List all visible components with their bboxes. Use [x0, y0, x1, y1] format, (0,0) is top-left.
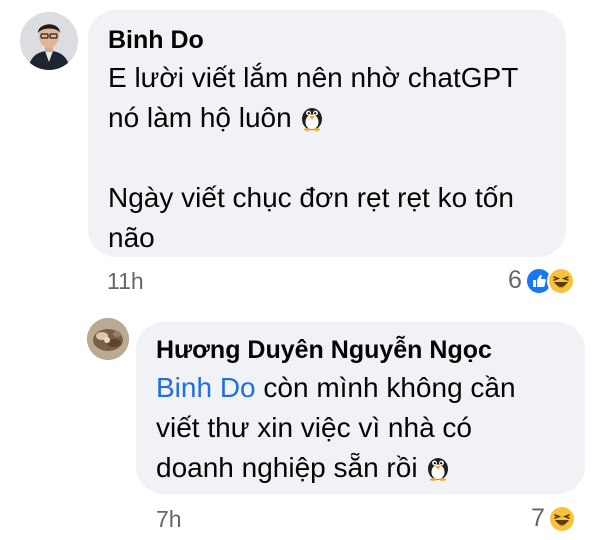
reaction-count: 6	[508, 266, 522, 294]
reply-text: Binh Do còn mình không cần viết thư xin …	[156, 368, 576, 488]
comment-timestamp[interactable]: 11h	[107, 268, 144, 295]
haha-icon	[547, 504, 576, 533]
reply-timestamp[interactable]: 7h	[156, 506, 182, 533]
reaction-summary[interactable]: 6	[508, 266, 575, 295]
mention-link[interactable]: Binh Do	[156, 372, 256, 403]
commenter-avatar[interactable]	[20, 12, 78, 70]
reply-reaction-summary[interactable]: 7	[531, 504, 576, 533]
reply-line: doanh nghiệp sẵn rồi	[156, 452, 418, 483]
comment-line: não	[108, 222, 155, 253]
reply-author[interactable]: Hương Duyên Nguyễn Ngọc	[156, 336, 492, 365]
comment-author[interactable]: Binh Do	[108, 26, 204, 55]
replier-avatar[interactable]	[87, 318, 129, 360]
comment-line: Ngày viết chục đơn rẹt rẹt ko tốn	[108, 182, 514, 213]
reply-line: còn mình không cần	[263, 372, 516, 403]
reply-line: viết thư xin việc vì nhà có	[156, 412, 472, 443]
penguin-emoji-icon	[428, 458, 449, 481]
comment-line: nó làm hộ luôn	[108, 102, 292, 133]
comment-text: E lười viết lắm nên nhờ chatGPT nó làm h…	[108, 58, 548, 258]
reaction-count: 7	[531, 504, 545, 532]
comment-line: E lười viết lắm nên nhờ chatGPT	[108, 62, 519, 93]
penguin-emoji-icon	[302, 108, 323, 131]
reply-bubble: Hương Duyên Nguyễn Ngọc Binh Do còn mình…	[136, 322, 585, 494]
haha-icon	[546, 266, 575, 295]
comment-bubble: Binh Do E lười viết lắm nên nhờ chatGPT …	[88, 10, 566, 257]
